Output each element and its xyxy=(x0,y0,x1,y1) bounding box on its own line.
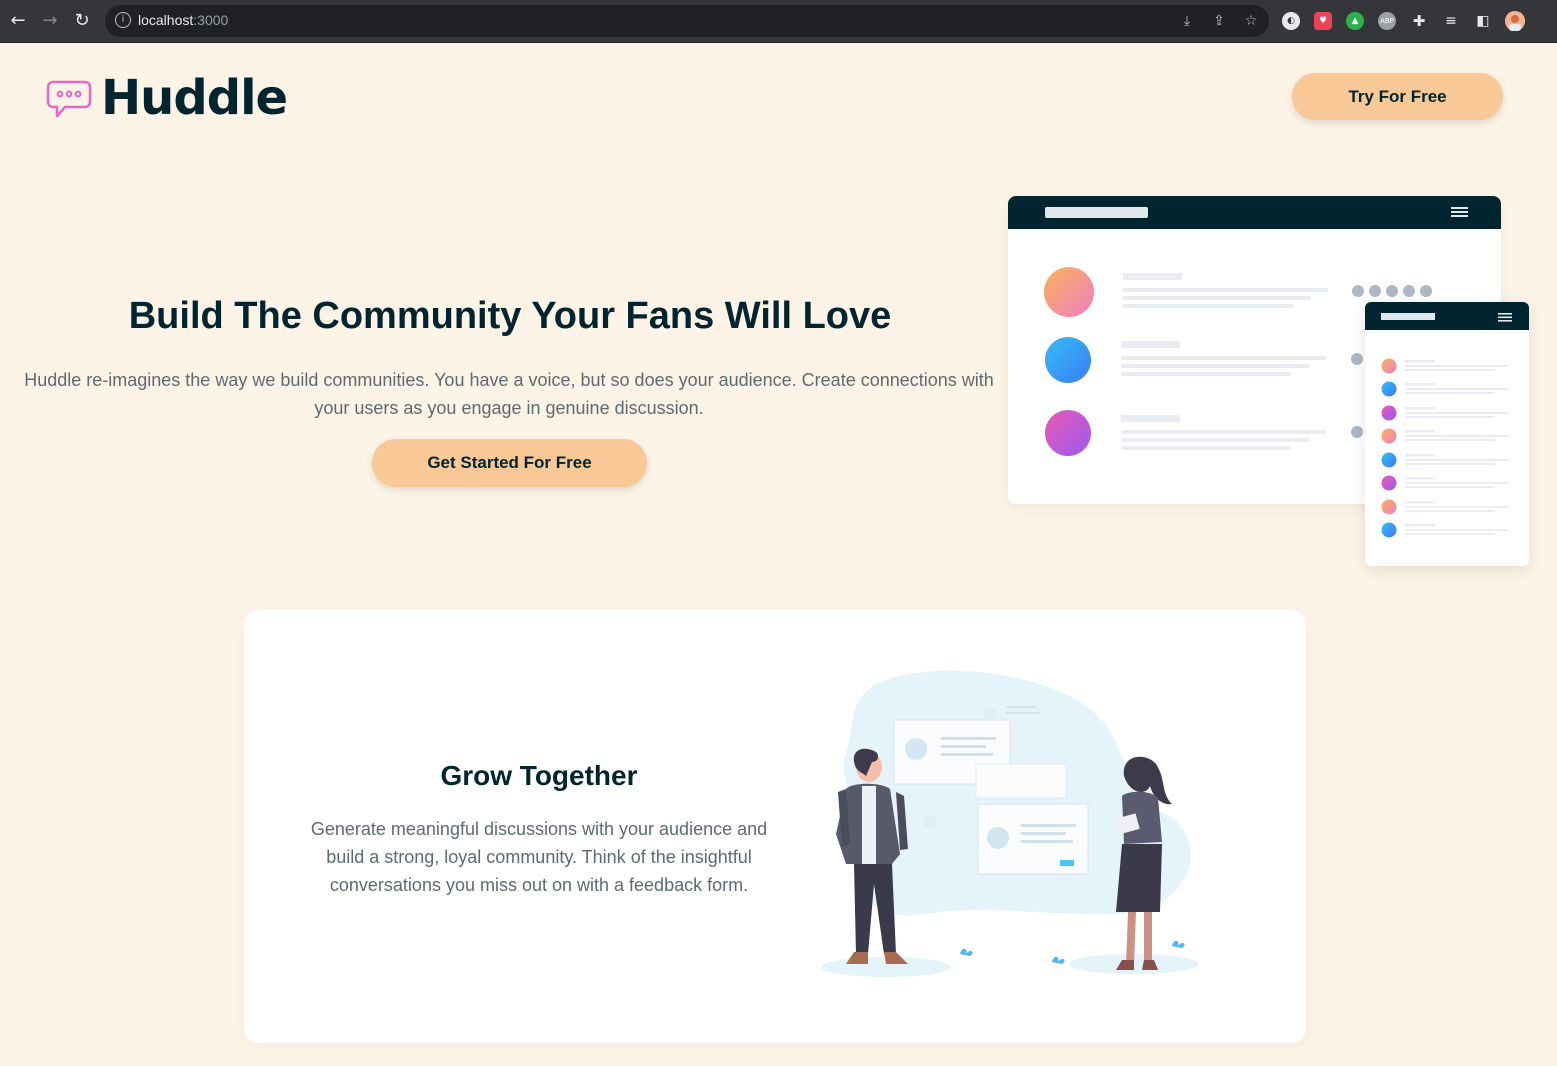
feature-title: Grow Together xyxy=(440,760,638,791)
reload-icon[interactable]: ↻ xyxy=(72,11,92,31)
back-icon[interactable]: ← xyxy=(8,11,28,31)
extensions-puzzle-icon[interactable]: ✚ xyxy=(1410,12,1428,30)
extension-abp-icon[interactable]: ABP xyxy=(1378,12,1396,30)
url-text[interactable]: localhost:3000 xyxy=(138,12,228,28)
hero-description: Huddle re-imagines the way we build comm… xyxy=(24,370,994,418)
get-started-button[interactable]: Get Started For Free xyxy=(372,439,647,487)
install-icon[interactable]: ⤓ xyxy=(1178,12,1196,30)
url-port: :3000 xyxy=(193,12,229,28)
avatar-image xyxy=(1505,11,1525,31)
mobile-mockup-art xyxy=(1365,302,1529,538)
hero-title: Build The Community Your Fans Will Love xyxy=(128,295,892,337)
address-bar[interactable]: i localhost:3000 ⤓ ⇪ ☆ xyxy=(105,5,1269,37)
extension-green-icon[interactable]: ▲ xyxy=(1346,12,1364,30)
url-host: localhost xyxy=(138,12,194,28)
site-info-icon[interactable]: i xyxy=(115,12,131,28)
forward-icon[interactable]: → xyxy=(40,11,60,31)
profile-avatar[interactable] xyxy=(1505,11,1525,31)
feature-description: Generate meaningful discussions with you… xyxy=(310,819,768,895)
logo-text: Huddle xyxy=(101,70,288,126)
try-for-free-button[interactable]: Try For Free xyxy=(1292,73,1503,120)
bookmark-star-icon[interactable]: ☆ xyxy=(1242,12,1260,30)
reading-list-icon[interactable]: ≡ xyxy=(1442,12,1460,30)
browser-toolbar: ← → ↻ i localhost:3000 ⤓ ⇪ ☆ ◐ ♥ ▲ ABP ✚… xyxy=(0,0,1557,43)
extension-pocket-icon[interactable]: ♥ xyxy=(1314,12,1332,30)
share-icon[interactable]: ⇪ xyxy=(1210,12,1228,30)
extension-dark-mode-icon[interactable]: ◐ xyxy=(1282,12,1300,30)
grow-together-illustration xyxy=(816,664,1206,984)
side-panel-icon[interactable]: ◧ xyxy=(1474,12,1492,30)
mobile-mockup-illustration xyxy=(1365,302,1529,566)
people-discussion-art xyxy=(821,670,1199,977)
logo[interactable]: Huddle xyxy=(45,70,288,126)
chat-bubble-icon xyxy=(46,80,92,118)
